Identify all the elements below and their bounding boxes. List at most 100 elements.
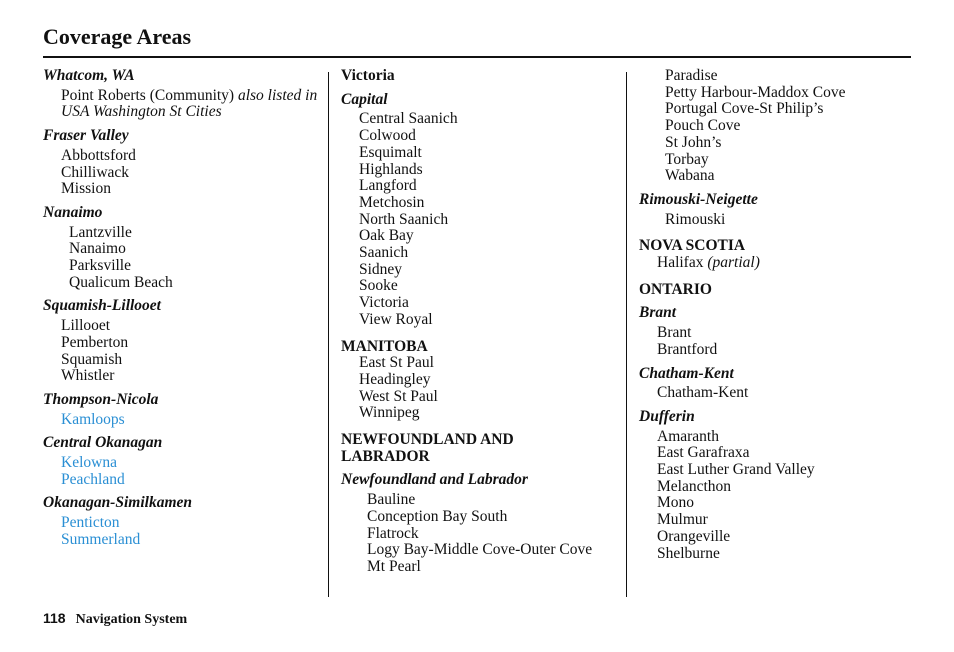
column-3: Paradise Petty Harbour-Maddox Cove Portu… (639, 67, 919, 563)
region-items: Kelowna Peachland (43, 454, 323, 489)
list-item: Chatham-Kent (657, 384, 749, 402)
city-link-summerland[interactable]: Summerland (61, 531, 323, 549)
list-item: Pouch Cove (665, 117, 741, 135)
list-item: Langford (359, 177, 417, 195)
region-heading: Whatcom, WA (43, 67, 135, 84)
list-item: Colwood (359, 127, 416, 145)
list-item: Mono (657, 494, 695, 512)
city-link-kelowna[interactable]: Kelowna (61, 454, 323, 472)
list-item: Bauline (367, 491, 416, 509)
list-item: Lillooet (61, 317, 111, 335)
page-footer: 118 Navigation System (43, 610, 187, 628)
region-heading: Thompson-Nicola (43, 390, 159, 408)
list-item: Amaranth (657, 427, 719, 445)
city-link-kamloops[interactable]: Kamloops (61, 411, 323, 429)
page-title: Coverage Areas (43, 24, 192, 49)
city-link-penticton[interactable]: Penticton (61, 514, 323, 532)
list-item: Oak Bay (359, 227, 414, 245)
region-items: Abbottsford Chilliwack Mission (43, 146, 323, 198)
area-heading: Victoria (341, 67, 395, 84)
list-item: Winnipeg (359, 404, 420, 422)
list-item: Squamish (61, 350, 123, 368)
province-heading: NEWFOUNDLAND AND LABRADOR (341, 431, 514, 465)
list-item: Lantzville (69, 223, 132, 241)
list-item: Qualicum Beach (69, 273, 173, 291)
list-item: Petty Harbour-Maddox Cove (665, 83, 846, 101)
list-item: Melancthon (657, 477, 732, 495)
region-items: Lantzville Nanaimo Parksville Qualicum B… (43, 223, 323, 292)
region-items: Chatham-Kent (639, 385, 919, 402)
list-item: East St Paul (359, 354, 434, 372)
column-2: Victoria Capital Central Saanich Colwood… (341, 67, 621, 576)
list-item: Central Saanich (359, 110, 458, 128)
list-item: Paradise (665, 67, 718, 84)
column-1: Whatcom, WA Point Roberts (Community) al… (43, 67, 323, 549)
list-item: Headingley (359, 370, 431, 388)
province-heading: ONTARIO (639, 280, 712, 298)
column-divider (626, 72, 627, 597)
list-item: Esquimalt (359, 143, 422, 161)
region-heading: Brant (639, 304, 677, 322)
region-items: Amaranth East Garafraxa East Luther Gran… (639, 427, 919, 563)
region-heading: Fraser Valley (43, 127, 129, 145)
list-item: Chilliwack (61, 163, 130, 181)
region-heading: Newfoundland and Labrador (341, 471, 528, 489)
title-divider (43, 56, 911, 58)
list-item: Mt Pearl (367, 557, 421, 575)
item-note: (partial) (707, 254, 760, 272)
region-items: Point Roberts (Community) also listed in… (43, 87, 323, 121)
region-heading: Chatham-Kent (639, 364, 734, 382)
region-items: Brant Brantford (639, 324, 919, 358)
list-item: Flatrock (367, 524, 419, 542)
region-items-continued: Paradise Petty Harbour-Maddox Cove Portu… (639, 67, 919, 185)
list-item: St John’s (665, 133, 722, 151)
list-item: Parksville (69, 257, 131, 275)
city-link-peachland[interactable]: Peachland (61, 471, 323, 489)
list-item: Victoria (359, 294, 409, 312)
region-items: Kamloops (43, 411, 323, 429)
list-item: Nanaimo (69, 240, 126, 258)
list-item: Saanich (359, 244, 409, 262)
list-item: Sooke (359, 277, 398, 295)
province-items: Halifax (partial) (639, 254, 919, 272)
list-item: Halifax (partial) (657, 254, 919, 272)
list-item: Brant (657, 324, 692, 342)
list-item: East Luther Grand Valley (657, 461, 815, 479)
province-heading: MANITOBA (341, 337, 428, 355)
region-items: Rimouski (639, 210, 919, 229)
list-item: Logy Bay-Middle Cove-Outer Cove (367, 541, 593, 559)
list-item: Metchosin (359, 193, 425, 211)
list-item: North Saanich (359, 210, 449, 228)
region-items: Central Saanich Colwood Esquimalt Highla… (341, 111, 621, 328)
region-heading: Rimouski-Neigette (639, 190, 758, 208)
region-items: Penticton Summerland (43, 514, 323, 549)
list-item: View Royal (359, 310, 433, 328)
list-item: Sidney (359, 260, 403, 278)
list-item: Conception Bay South (367, 507, 508, 525)
list-item: Rimouski (665, 210, 726, 228)
region-heading: Capital (341, 90, 388, 108)
region-items: Bauline Conception Bay South Flatrock Lo… (341, 491, 621, 576)
region-heading: Nanaimo (43, 203, 103, 221)
region-items: Lillooet Pemberton Squamish Whistler (43, 317, 323, 385)
region-heading: Squamish-Lillooet (43, 297, 161, 315)
region-heading: Dufferin (639, 407, 695, 425)
list-item: Mission (61, 180, 111, 198)
list-item: Point Roberts (Community) also listed in… (61, 87, 323, 121)
page-number: 118 (43, 610, 66, 626)
list-item: Orangeville (657, 527, 731, 545)
list-item: Brantford (657, 340, 718, 358)
list-item: Abbottsford (61, 146, 136, 164)
list-item: West St Paul (359, 387, 438, 405)
column-divider (328, 72, 329, 597)
list-item: Shelburne (657, 544, 720, 562)
list-item: Wabana (665, 167, 715, 185)
province-items: East St Paul Headingley West St Paul Win… (341, 355, 621, 422)
list-item: East Garafraxa (657, 444, 750, 462)
province-heading: NOVA SCOTIA (639, 237, 746, 255)
list-item: Torbay (665, 150, 709, 168)
region-heading: Central Okanagan (43, 434, 163, 452)
region-heading: Okanagan-Similkamen (43, 494, 192, 512)
list-item: Portugal Cove-St Philip’s (665, 100, 824, 118)
list-item: Pemberton (61, 333, 129, 351)
